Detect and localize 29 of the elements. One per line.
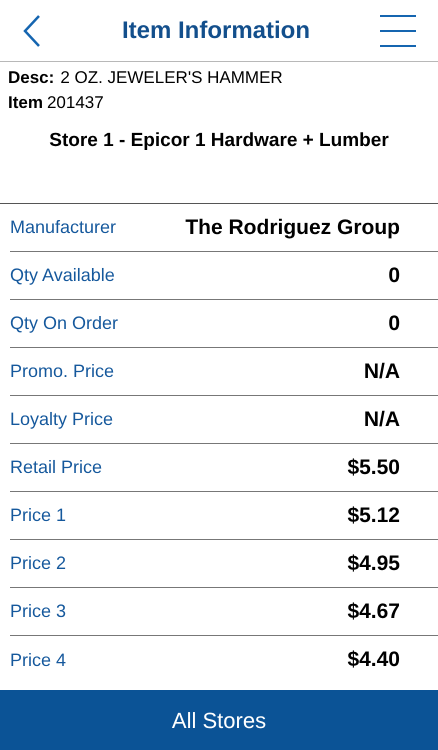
field-label: Manufacturer	[10, 216, 116, 239]
back-icon	[22, 14, 42, 48]
desc-label: Desc:	[8, 67, 54, 89]
field-value: $4.67	[347, 598, 400, 625]
item-description: 2 OZ. JEWELER'S HAMMER	[60, 67, 283, 89]
field-label: Qty Available	[10, 264, 115, 287]
field-value: N/A	[364, 358, 400, 385]
field-label: Retail Price	[10, 456, 102, 479]
field-label: Price 3	[10, 600, 66, 623]
field-value: $5.50	[347, 454, 400, 481]
field-value: 0	[388, 310, 400, 337]
field-label: Price 1	[10, 504, 66, 527]
field-label: Promo. Price	[10, 360, 114, 383]
item-label: Item	[8, 92, 43, 114]
item-number: 201437	[46, 92, 104, 114]
store-name: Store 1 - Epicor 1 Hardware + Lumber	[48, 129, 390, 153]
field-value: $5.12	[347, 502, 400, 529]
menu-icon	[380, 14, 416, 48]
all-stores-button[interactable]: All Stores	[0, 690, 438, 750]
field-value: 0	[388, 262, 400, 289]
field-value: $4.95	[347, 550, 400, 577]
field-label: Price 2	[10, 552, 66, 575]
field-value: The Rodriguez Group	[185, 214, 400, 241]
field-label: Loyalty Price	[10, 408, 114, 431]
field-label: Price 4	[10, 648, 66, 672]
field-value: $4.40	[347, 647, 400, 674]
field-label: Qty On Order	[10, 312, 118, 335]
page-title: Item Information	[122, 16, 310, 46]
field-value: N/A	[364, 406, 400, 433]
